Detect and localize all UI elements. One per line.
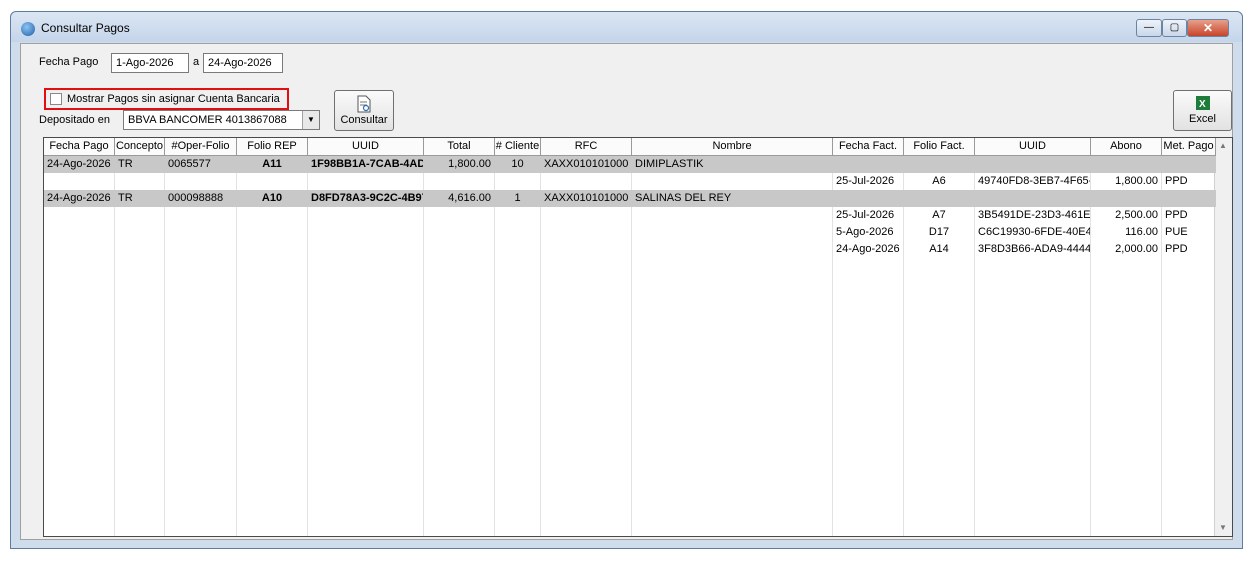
cell-abono: 2,000.00 xyxy=(1115,243,1158,255)
cell-folio-rep: A11 xyxy=(262,158,282,170)
invoice-row[interactable]: 25-Jul-2026 A7 3B5491DE-23D3-461E-I 2,500.0… xyxy=(44,207,1216,224)
cell-folio-fact: A6 xyxy=(932,175,946,187)
document-search-icon xyxy=(357,95,371,113)
cell-nombre: DIMIPLASTIK xyxy=(635,158,704,170)
close-button[interactable]: ✕ xyxy=(1187,19,1229,37)
fecha-hasta-input[interactable]: 24-Ago-2026 xyxy=(203,53,283,73)
minimize-button[interactable]: — xyxy=(1136,19,1162,37)
col-header-folio-rep[interactable]: Folio REP xyxy=(237,138,308,156)
col-header-fecha-pago[interactable]: Fecha Pago xyxy=(44,138,115,156)
cell-fecha-fact: 25-Jul-2026 xyxy=(836,175,895,187)
app-icon xyxy=(21,22,35,36)
cell-met-pago: PPD xyxy=(1165,175,1188,187)
col-header-oper-folio[interactable]: #Oper-Folio xyxy=(165,138,237,156)
excel-label: Excel xyxy=(1189,113,1216,125)
col-header-met-pago[interactable]: Met. Pago xyxy=(1162,138,1216,156)
cell-total: 1,800.00 xyxy=(448,158,491,170)
payment-row[interactable]: 24-Ago-2026 TR 000098888 A10 D8FD78A3-9C2C-4… xyxy=(44,190,1216,207)
col-header-concepto[interactable]: Concepto xyxy=(115,138,165,156)
consultar-pagos-window: Consultar Pagos — ▢ ✕ Fecha Pago 1-Ago-2… xyxy=(10,11,1243,549)
col-header-abono[interactable]: Abono xyxy=(1091,138,1162,156)
col-header-uuid-pago[interactable]: UUID xyxy=(308,138,424,156)
invoice-row[interactable]: 5-Ago-2026 D17 C6C19930-6FDE-40E4-I 116.00 P… xyxy=(44,224,1216,241)
cell-nombre: SALINAS DEL REY xyxy=(635,192,732,204)
consultar-button[interactable]: Consultar xyxy=(334,90,394,131)
client-area: Fecha Pago 1-Ago-2026 a 24-Ago-2026 Most… xyxy=(20,43,1233,540)
cell-cliente: 10 xyxy=(511,158,524,170)
pagos-grid[interactable]: ▲ ▼ Fecha Pago Concepto #Oper-Folio Folio R… xyxy=(43,137,1233,537)
title-bar[interactable]: Consultar Pagos — ▢ ✕ xyxy=(11,12,1242,42)
cell-folio-rep: A10 xyxy=(261,192,283,204)
cell-abono: 1,800.00 xyxy=(1115,175,1158,187)
cell-uuid-pago: 1F98BB1A-7CAB-4AD7 xyxy=(311,158,423,170)
vertical-scrollbar[interactable]: ▲ ▼ xyxy=(1214,138,1232,536)
sin-cuenta-highlight: Mostrar Pagos sin asignar Cuenta Bancari… xyxy=(44,88,289,110)
cell-abono: 2,500.00 xyxy=(1115,209,1158,221)
cell-concepto: TR xyxy=(118,192,133,204)
depositado-label: Depositado en xyxy=(39,114,110,126)
excel-icon: X xyxy=(1195,96,1210,110)
col-header-rfc[interactable]: RFC xyxy=(541,138,632,156)
cell-fecha-pago: 24-Ago-2026 xyxy=(47,158,111,170)
cell-total: 4,616.00 xyxy=(448,192,491,204)
cell-cliente: 1 xyxy=(514,192,521,204)
cell-uuid-fact: 3F8D3B66-ADA9-4444- xyxy=(978,243,1090,255)
window-title: Consultar Pagos xyxy=(41,21,130,35)
sin-cuenta-label[interactable]: Mostrar Pagos sin asignar Cuenta Bancari… xyxy=(67,93,280,105)
a-label: a xyxy=(193,56,200,68)
cell-met-pago: PUE xyxy=(1165,226,1188,238)
cell-rfc: XAXX010101000 xyxy=(544,158,629,170)
cell-fecha-fact: 25-Jul-2026 xyxy=(836,209,895,221)
cell-met-pago: PPD xyxy=(1165,209,1188,221)
depositado-value: BBVA BANCOMER 4013867088 xyxy=(128,114,287,126)
invoice-row[interactable]: 24-Ago-2026 A14 3F8D3B66-ADA9-4444- 2,000.0… xyxy=(44,241,1216,258)
fecha-pago-label: Fecha Pago xyxy=(39,56,99,68)
svg-text:X: X xyxy=(1199,99,1206,110)
cell-uuid-pago: D8FD78A3-9C2C-4B97 xyxy=(311,192,423,204)
excel-button[interactable]: X Excel xyxy=(1173,90,1232,131)
cell-folio-fact: A7 xyxy=(932,209,946,221)
col-header-uuid-fact[interactable]: UUID xyxy=(975,138,1091,156)
maximize-button[interactable]: ▢ xyxy=(1162,19,1187,37)
cell-folio-fact: A14 xyxy=(929,243,949,255)
cell-met-pago: PPD xyxy=(1165,243,1188,255)
col-header-fecha-fact[interactable]: Fecha Fact. xyxy=(833,138,904,156)
scroll-up-icon[interactable]: ▲ xyxy=(1215,138,1231,154)
col-header-total[interactable]: Total xyxy=(424,138,495,156)
chevron-down-icon[interactable]: ▼ xyxy=(302,111,319,129)
cell-uuid-fact: 49740FD8-3EB7-4F65-A xyxy=(978,175,1090,187)
depositado-combo[interactable]: BBVA BANCOMER 4013867088 ▼ xyxy=(123,110,320,130)
payment-row[interactable]: 24-Ago-2026 TR 0065577 A11 1F98BB1A-7CAB-4AD… xyxy=(44,156,1216,173)
cell-fecha-fact: 24-Ago-2026 xyxy=(836,243,900,255)
scroll-down-icon[interactable]: ▼ xyxy=(1215,520,1231,536)
cell-oper-folio: 000098888 xyxy=(168,192,224,204)
col-header-nombre[interactable]: Nombre xyxy=(632,138,833,156)
col-header-folio-fact[interactable]: Folio Fact. xyxy=(904,138,975,156)
cell-uuid-fact: 3B5491DE-23D3-461E-I xyxy=(978,209,1090,221)
cell-uuid-fact: C6C19930-6FDE-40E4-I xyxy=(978,226,1090,238)
cell-rfc: XAXX010101000 xyxy=(544,192,629,204)
fecha-desde-input[interactable]: 1-Ago-2026 xyxy=(111,53,189,73)
cell-folio-fact: D17 xyxy=(928,226,950,238)
cell-concepto: TR xyxy=(118,158,133,170)
cell-oper-folio: 0065577 xyxy=(168,158,211,170)
cell-abono: 116.00 xyxy=(1125,226,1158,238)
cell-fecha-fact: 5-Ago-2026 xyxy=(836,226,894,238)
sin-cuenta-checkbox[interactable] xyxy=(50,93,62,105)
consultar-label: Consultar xyxy=(340,114,388,126)
col-header-cliente[interactable]: # Cliente xyxy=(495,138,541,156)
cell-fecha-pago: 24-Ago-2026 xyxy=(47,192,111,204)
invoice-row[interactable]: 25-Jul-2026 A6 49740FD8-3EB7-4F65-A 1,800.0… xyxy=(44,173,1216,190)
